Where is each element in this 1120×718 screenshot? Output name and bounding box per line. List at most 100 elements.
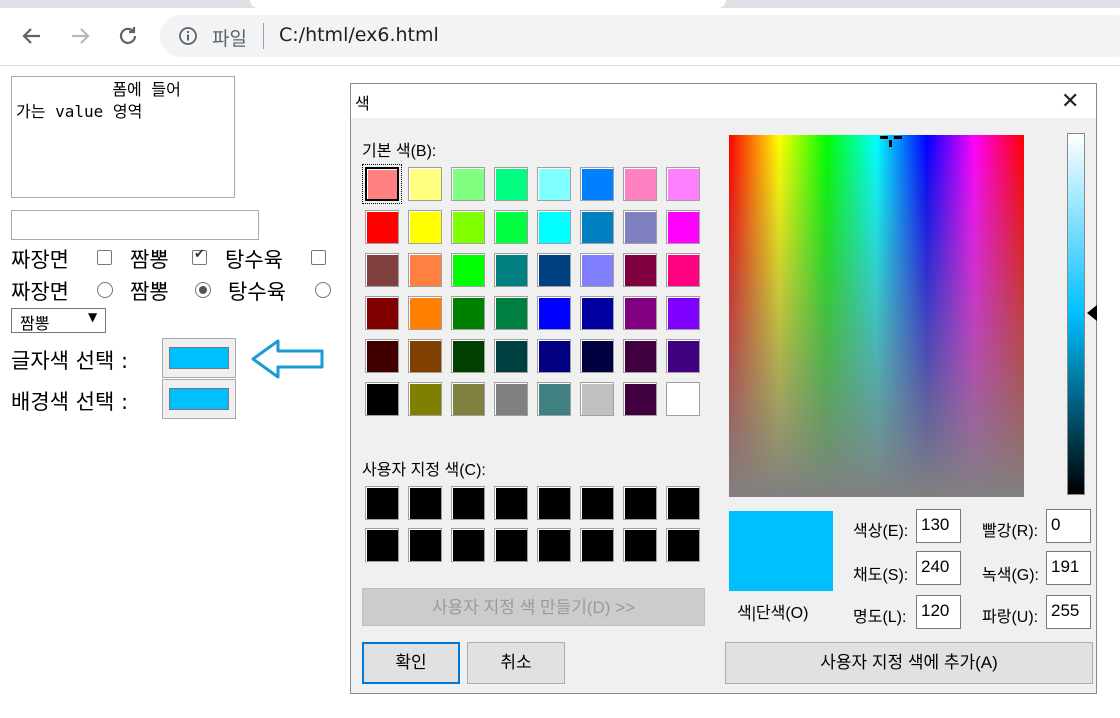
basic-color-swatch-42[interactable]	[451, 382, 485, 416]
custom-color-swatch-6[interactable]	[623, 486, 657, 520]
close-icon[interactable]: ✕	[1061, 88, 1079, 114]
back-button[interactable]	[18, 22, 46, 50]
add-to-custom-colors-button[interactable]: 사용자 지정 색에 추가(A)	[725, 642, 1093, 684]
basic-color-swatch-34[interactable]	[451, 339, 485, 373]
basic-color-swatch-21[interactable]	[580, 253, 614, 287]
basic-color-swatch-16[interactable]	[365, 253, 399, 287]
basic-color-swatch-22[interactable]	[623, 253, 657, 287]
custom-color-swatch-7[interactable]	[666, 486, 700, 520]
basic-color-swatch-39[interactable]	[666, 339, 700, 373]
checkbox-tangsuyuk[interactable]	[311, 250, 326, 265]
basic-color-swatch-23[interactable]	[666, 253, 700, 287]
basic-color-swatch-31[interactable]	[666, 296, 700, 330]
custom-color-swatch-1[interactable]	[408, 486, 442, 520]
forward-arrow-icon	[72, 28, 90, 44]
basic-color-swatch-1[interactable]	[408, 167, 442, 201]
reload-button[interactable]	[114, 22, 142, 50]
basic-color-swatch-32[interactable]	[365, 339, 399, 373]
custom-color-swatch-9[interactable]	[408, 528, 442, 562]
browser-toolbar: 파일 C:/html/ex6.html	[0, 8, 1120, 66]
lum-field[interactable]: 120	[916, 595, 961, 629]
custom-color-swatch-5[interactable]	[580, 486, 614, 520]
active-tab[interactable]	[250, 0, 726, 8]
basic-color-swatch-0[interactable]	[362, 164, 402, 204]
basic-color-swatch-25[interactable]	[408, 296, 442, 330]
basic-color-swatch-7[interactable]	[666, 167, 700, 201]
basic-color-swatch-13[interactable]	[580, 210, 614, 244]
define-custom-colors-button[interactable]: 사용자 지정 색 만들기(D) >>	[362, 588, 705, 626]
custom-color-swatch-12[interactable]	[537, 528, 571, 562]
red-field[interactable]: 0	[1046, 509, 1091, 543]
form-textarea[interactable]: 폼에 들어 가는 value 영역	[11, 76, 235, 198]
info-icon[interactable]	[178, 26, 198, 50]
address-bar[interactable]: 파일 C:/html/ex6.html	[160, 15, 1120, 57]
basic-color-swatch-14[interactable]	[623, 210, 657, 244]
custom-color-swatch-0[interactable]	[365, 486, 399, 520]
luminance-slider[interactable]	[1067, 133, 1085, 495]
basic-color-swatch-44[interactable]	[537, 382, 571, 416]
ok-button[interactable]: 확인	[362, 642, 460, 684]
basic-color-swatch-20[interactable]	[537, 253, 571, 287]
color-spectrum[interactable]	[729, 135, 1024, 497]
bg-color-swatch	[169, 388, 229, 410]
custom-color-swatch-2[interactable]	[451, 486, 485, 520]
basic-color-swatch-2[interactable]	[451, 167, 485, 201]
basic-color-swatch-26[interactable]	[451, 296, 485, 330]
custom-color-swatch-4[interactable]	[537, 486, 571, 520]
radio-jjajang[interactable]	[97, 282, 113, 298]
menu-select[interactable]: 짬뽕 ▼	[11, 308, 106, 333]
lum-label: 명도(L):	[853, 609, 907, 626]
basic-color-swatch-33[interactable]	[408, 339, 442, 373]
basic-color-swatch-12[interactable]	[537, 210, 571, 244]
green-field[interactable]: 191	[1046, 551, 1091, 585]
basic-color-swatch-27[interactable]	[494, 296, 528, 330]
basic-color-swatch-38[interactable]	[623, 339, 657, 373]
custom-color-swatch-8[interactable]	[365, 528, 399, 562]
basic-color-swatch-28[interactable]	[537, 296, 571, 330]
custom-color-swatch-14[interactable]	[623, 528, 657, 562]
sat-field[interactable]: 240	[916, 551, 961, 585]
basic-color-swatch-29[interactable]	[580, 296, 614, 330]
basic-color-swatch-40[interactable]	[365, 382, 399, 416]
checkbox-jjamppong[interactable]	[192, 247, 207, 265]
cancel-button[interactable]: 취소	[467, 642, 565, 684]
basic-color-swatch-36[interactable]	[537, 339, 571, 373]
radio-jjamppong[interactable]	[195, 282, 211, 298]
basic-color-swatch-35[interactable]	[494, 339, 528, 373]
basic-color-swatch-3[interactable]	[494, 167, 528, 201]
custom-color-swatch-3[interactable]	[494, 486, 528, 520]
custom-color-swatch-11[interactable]	[494, 528, 528, 562]
url-text[interactable]: C:/html/ex6.html	[279, 24, 439, 46]
luminance-pointer-icon[interactable]	[1087, 305, 1097, 321]
basic-color-swatch-10[interactable]	[451, 210, 485, 244]
basic-color-swatch-45[interactable]	[580, 382, 614, 416]
forward-button[interactable]	[66, 22, 94, 50]
basic-color-swatch-37[interactable]	[580, 339, 614, 373]
basic-color-swatch-8[interactable]	[365, 210, 399, 244]
blue-field[interactable]: 255	[1046, 595, 1091, 629]
text-color-picker[interactable]	[162, 338, 236, 378]
custom-color-swatch-15[interactable]	[666, 528, 700, 562]
basic-color-swatch-18[interactable]	[451, 253, 485, 287]
basic-color-swatch-19[interactable]	[494, 253, 528, 287]
basic-color-swatch-30[interactable]	[623, 296, 657, 330]
basic-color-swatch-6[interactable]	[623, 167, 657, 201]
basic-color-swatch-4[interactable]	[537, 167, 571, 201]
basic-color-swatch-17[interactable]	[408, 253, 442, 287]
basic-color-swatch-47[interactable]	[666, 382, 700, 416]
basic-color-swatch-43[interactable]	[494, 382, 528, 416]
custom-color-swatch-10[interactable]	[451, 528, 485, 562]
basic-color-swatch-41[interactable]	[408, 382, 442, 416]
checkbox-jjajang[interactable]	[97, 250, 112, 265]
basic-color-swatch-15[interactable]	[666, 210, 700, 244]
radio-tangsuyuk[interactable]	[315, 282, 331, 298]
basic-color-swatch-24[interactable]	[365, 296, 399, 330]
bg-color-picker[interactable]	[162, 379, 236, 419]
text-input[interactable]	[11, 210, 259, 240]
basic-color-swatch-46[interactable]	[623, 382, 657, 416]
basic-color-swatch-5[interactable]	[580, 167, 614, 201]
custom-color-swatch-13[interactable]	[580, 528, 614, 562]
basic-color-swatch-11[interactable]	[494, 210, 528, 244]
hue-field[interactable]: 130	[916, 509, 961, 543]
basic-color-swatch-9[interactable]	[408, 210, 442, 244]
